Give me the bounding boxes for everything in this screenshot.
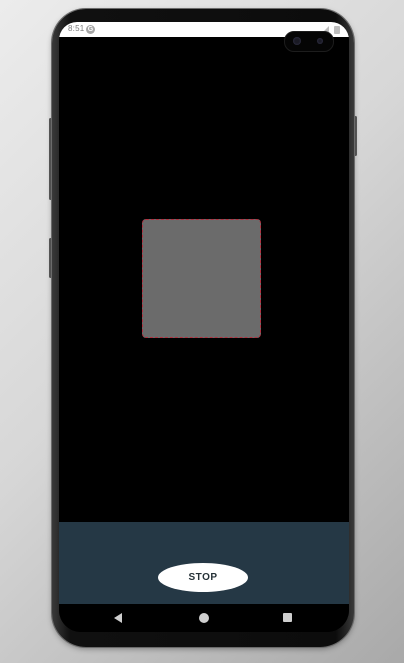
battery-icon (334, 26, 340, 34)
home-circle-icon[interactable] (199, 613, 209, 623)
back-triangle-icon[interactable] (114, 613, 122, 623)
recents-square-icon[interactable] (283, 613, 292, 622)
front-camera-icon (293, 37, 301, 45)
phone-screen: 8:51 G STOP (59, 22, 349, 632)
front-sensor-icon (317, 38, 323, 44)
animated-square (142, 219, 261, 338)
power-side-button (354, 116, 357, 156)
g-icon: G (86, 25, 95, 34)
camera-cutout (284, 31, 334, 52)
status-time: 8:51 (68, 24, 85, 33)
navigation-bar (59, 604, 349, 632)
stop-button[interactable]: STOP (158, 563, 248, 592)
